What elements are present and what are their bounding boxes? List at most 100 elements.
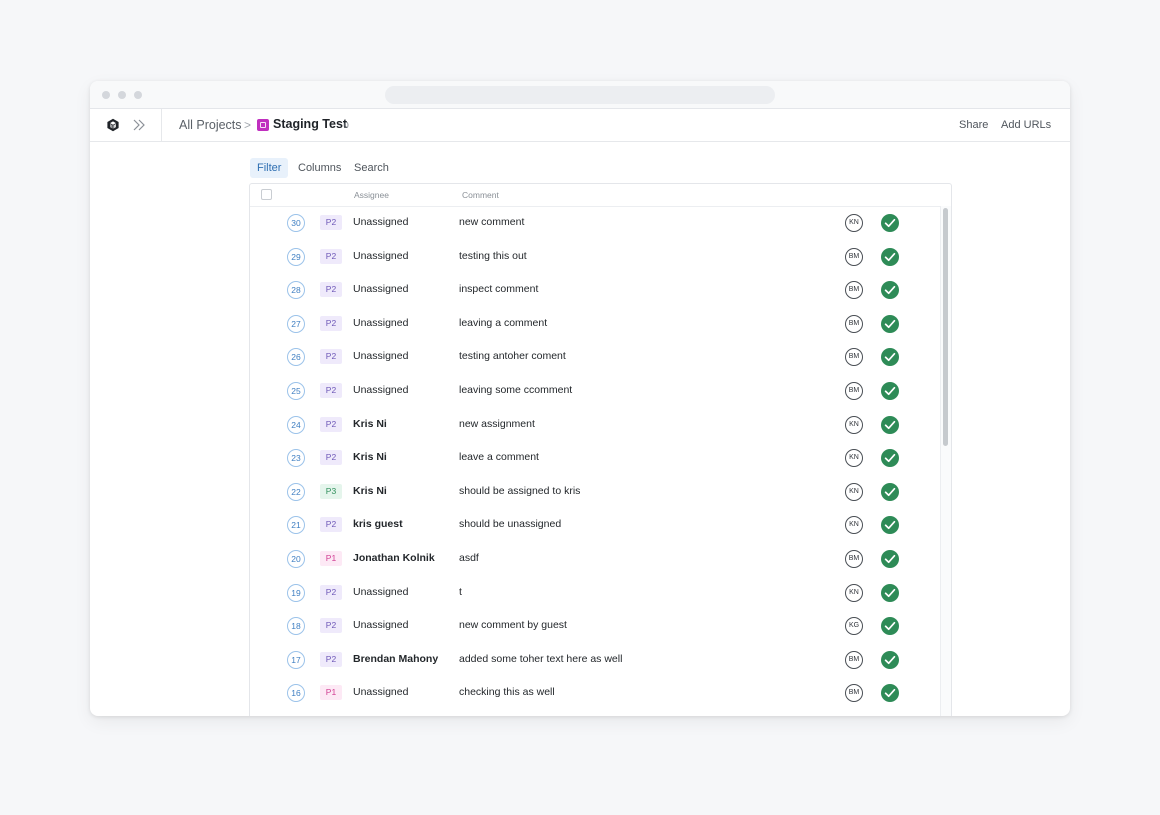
comment-number-badge[interactable]: 21 [287, 516, 305, 535]
priority-badge[interactable]: P3 [320, 483, 342, 499]
comment-text[interactable]: testing this out [459, 250, 527, 262]
priority-badge[interactable]: P2 [320, 248, 342, 264]
comment-number-badge[interactable]: 18 [287, 617, 305, 636]
project-title[interactable]: Staging Test [273, 117, 347, 131]
priority-badge[interactable]: P2 [320, 315, 342, 331]
comment-text[interactable]: new comment by guest [459, 619, 567, 631]
comment-number-badge[interactable]: 23 [287, 449, 305, 468]
check-circle-icon[interactable] [881, 314, 899, 333]
table-row[interactable]: 30 P2 Unassigned new comment KN [250, 206, 940, 240]
table-row[interactable]: 25 P2 Unassigned leaving some ccomment BM [250, 374, 940, 408]
comment-text[interactable]: leaving a comment [459, 317, 547, 329]
assignee-label[interactable]: Unassigned [353, 350, 408, 362]
comment-text[interactable]: inspect comment [459, 283, 538, 295]
assignee-label[interactable]: Unassigned [353, 586, 408, 598]
check-circle-icon[interactable] [881, 415, 899, 434]
check-circle-icon[interactable] [881, 382, 899, 400]
assignee-label[interactable]: Unassigned [353, 686, 408, 698]
comment-number-badge[interactable]: 16 [287, 684, 305, 703]
comment-number-badge[interactable]: 26 [287, 348, 305, 367]
assignee-label[interactable]: Kris Ni [353, 418, 387, 430]
priority-badge[interactable]: P2 [320, 416, 342, 432]
table-row[interactable]: 23 P2 Kris Ni leave a comment KN [250, 441, 940, 475]
table-row[interactable]: 19 P2 Unassigned t KN [250, 576, 940, 610]
comment-number-badge[interactable]: 22 [287, 482, 305, 501]
priority-badge[interactable]: P2 [320, 618, 342, 634]
double-chevron-right-icon[interactable] [132, 119, 146, 131]
priority-badge[interactable]: P2 [320, 282, 342, 298]
assignee-label[interactable]: Kris Ni [353, 451, 387, 463]
table-row[interactable]: 21 P2 kris guest should be unassigned KN [250, 508, 940, 542]
comment-text[interactable]: asdf [459, 552, 479, 564]
comment-number-badge[interactable]: 27 [287, 314, 305, 333]
table-row[interactable]: 20 P1 Jonathan Kolnik asdf BM [250, 542, 940, 576]
comment-text[interactable]: added some toher text here as well [459, 653, 622, 665]
hexagon-cube-icon[interactable] [106, 118, 120, 132]
comment-text[interactable]: testing antoher coment [459, 350, 566, 362]
priority-badge[interactable]: P2 [320, 383, 342, 398]
check-circle-icon[interactable] [881, 247, 899, 266]
priority-badge[interactable]: P2 [320, 215, 342, 230]
priority-badge[interactable]: P2 [320, 651, 342, 667]
comment-number-badge[interactable]: 17 [287, 650, 305, 669]
priority-badge[interactable]: P2 [320, 450, 342, 466]
add-urls-button[interactable]: Add URLs [1001, 119, 1051, 131]
check-circle-icon[interactable] [881, 348, 899, 367]
comment-number-badge[interactable]: 30 [287, 214, 305, 232]
comment-number-badge[interactable]: 29 [287, 247, 305, 266]
table-row[interactable]: 29 P2 Unassigned testing this out BM [250, 240, 940, 274]
comment-text[interactable]: checking this as well [459, 686, 555, 698]
table-row[interactable]: 24 P2 Kris Ni new assignment KN [250, 408, 940, 442]
comment-number-badge[interactable]: 28 [287, 281, 305, 300]
check-circle-icon[interactable] [881, 550, 899, 568]
table-row[interactable]: 26 P2 Unassigned testing antoher coment BM [250, 340, 940, 374]
table-row[interactable]: 16 P1 Unassigned checking this as well BM [250, 676, 940, 710]
comment-text[interactable]: new assignment [459, 418, 535, 430]
assignee-label[interactable]: Unassigned [353, 619, 408, 631]
comment-number-badge[interactable]: 24 [287, 415, 305, 434]
assignee-label[interactable]: Brendan Mahony [353, 653, 438, 665]
priority-badge[interactable]: P1 [320, 685, 342, 701]
priority-badge[interactable]: P2 [320, 517, 342, 533]
assignee-label[interactable]: Unassigned [353, 384, 408, 396]
window-close-dot[interactable] [102, 91, 110, 99]
column-header-comment[interactable]: Comment [462, 190, 499, 200]
filter-button[interactable]: Filter [250, 158, 289, 178]
check-circle-icon[interactable] [881, 482, 899, 501]
table-row[interactable]: 27 P2 Unassigned leaving a comment BM [250, 307, 940, 341]
comment-number-badge[interactable]: 20 [287, 550, 305, 568]
table-scrollbar[interactable] [940, 206, 951, 716]
assignee-label[interactable]: Unassigned [353, 283, 408, 295]
comment-text[interactable]: new comment [459, 216, 524, 228]
window-minimize-dot[interactable] [118, 91, 126, 99]
scrollbar-thumb[interactable] [943, 208, 948, 446]
search-button[interactable]: Search [347, 158, 396, 178]
comment-text[interactable]: should be assigned to kris [459, 485, 580, 497]
comment-text[interactable]: t [459, 586, 462, 598]
assignee-label[interactable]: kris guest [353, 518, 403, 530]
address-bar[interactable] [385, 86, 775, 104]
column-header-assignee[interactable]: Assignee [354, 190, 389, 200]
priority-badge[interactable]: P2 [320, 349, 342, 365]
check-circle-icon[interactable] [881, 617, 899, 636]
check-circle-icon[interactable] [881, 449, 899, 468]
check-circle-icon[interactable] [881, 214, 899, 232]
check-circle-icon[interactable] [881, 583, 899, 602]
assignee-label[interactable]: Unassigned [353, 250, 408, 262]
table-row[interactable]: 22 P3 Kris Ni should be assigned to kris KN [250, 475, 940, 509]
table-row[interactable]: 18 P2 Unassigned new comment by guest KG [250, 609, 940, 643]
table-row[interactable]: 28 P2 Unassigned inspect comment BM [250, 273, 940, 307]
check-circle-icon[interactable] [881, 650, 899, 669]
columns-button[interactable]: Columns [291, 158, 348, 178]
assignee-label[interactable]: Kris Ni [353, 485, 387, 497]
comment-number-badge[interactable]: 19 [287, 583, 305, 602]
assignee-label[interactable]: Jonathan Kolnik [353, 552, 435, 564]
breadcrumb-all-projects[interactable]: All Projects [179, 118, 242, 132]
select-all-checkbox[interactable] [261, 189, 272, 200]
assignee-label[interactable]: Unassigned [353, 216, 408, 228]
share-button[interactable]: Share [959, 119, 988, 131]
assignee-label[interactable]: Unassigned [353, 317, 408, 329]
check-circle-icon[interactable] [881, 516, 899, 535]
priority-badge[interactable]: P1 [320, 551, 342, 566]
comment-number-badge[interactable]: 25 [287, 382, 305, 400]
